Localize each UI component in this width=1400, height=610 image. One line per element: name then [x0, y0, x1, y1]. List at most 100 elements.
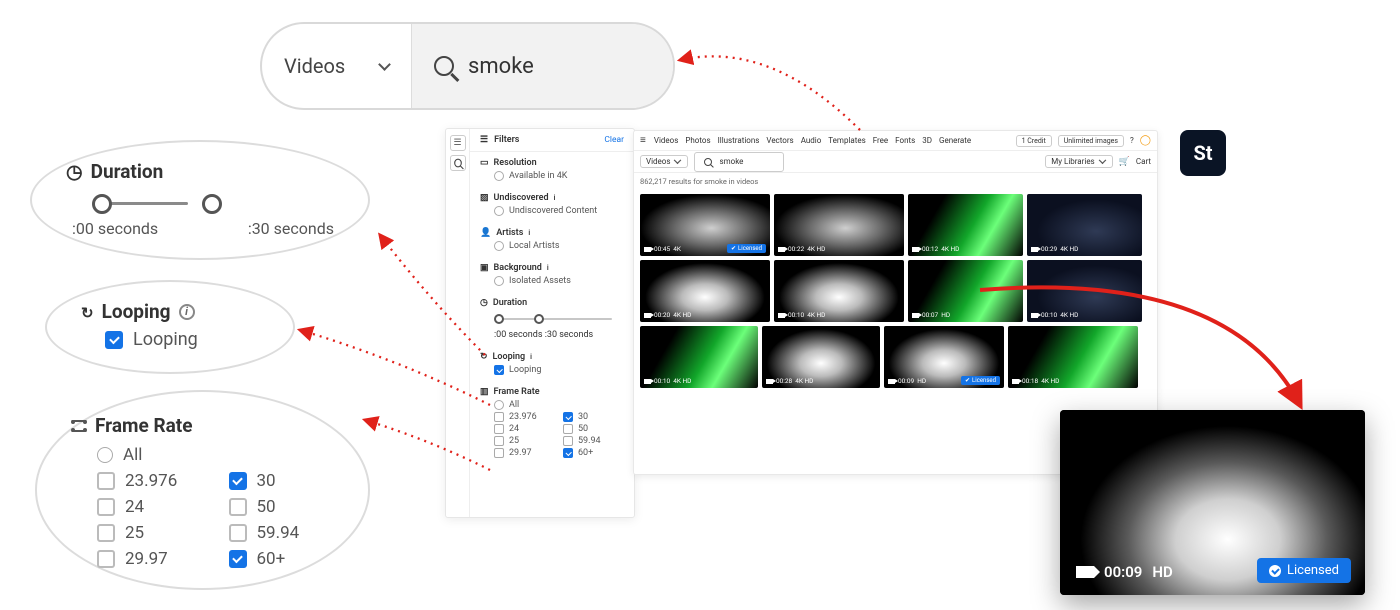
info-icon[interactable]: i — [554, 194, 563, 203]
nav-link[interactable]: Illustrations — [718, 136, 760, 145]
section-undiscovered-title: Undiscovered — [494, 193, 549, 203]
framerate-label: 59.94 — [578, 436, 601, 446]
artists-icon: 👤 — [480, 228, 491, 238]
framerate-checkbox[interactable] — [229, 498, 247, 516]
framerate-checkbox[interactable] — [97, 498, 115, 516]
video-thumbnail[interactable]: 00:09HD✔Licensed — [884, 326, 1004, 388]
my-libraries-dropdown[interactable]: My Libraries — [1045, 155, 1112, 168]
framerate-checkbox[interactable] — [229, 524, 247, 542]
licensed-badge[interactable]: Licensed — [1257, 558, 1351, 583]
search-icon[interactable] — [450, 155, 466, 171]
thumb-meta: 00:104K HD — [1031, 311, 1078, 319]
info-icon[interactable]: i — [530, 353, 539, 362]
framerate-label: 30 — [578, 412, 588, 422]
video-thumbnail[interactable]: 00:104K HD — [774, 260, 904, 322]
framerate-checkbox[interactable] — [494, 448, 504, 458]
clear-filters-link[interactable]: Clear — [604, 135, 624, 145]
browser-search-row: Videos smoke My Libraries Cart — [634, 151, 1157, 173]
undiscovered-radio[interactable] — [494, 206, 504, 216]
video-thumbnail[interactable]: 00:07HD — [908, 260, 1023, 322]
resolution-4k-radio[interactable] — [494, 171, 504, 181]
video-thumbnail[interactable]: 00:204K HD — [640, 260, 770, 322]
thumb-time: 00:20 — [654, 311, 670, 319]
framerate-checkbox[interactable] — [563, 424, 573, 434]
cart-label[interactable]: Cart — [1136, 157, 1151, 166]
looping-checkbox[interactable] — [105, 331, 123, 349]
licensed-badge: ✔Licensed — [961, 376, 1000, 385]
video-thumbnail[interactable]: 00:294K HD — [1027, 194, 1142, 256]
info-icon[interactable]: i — [528, 229, 537, 238]
search-category-dropdown[interactable]: Videos — [262, 24, 412, 108]
framerate-checkbox[interactable] — [494, 424, 504, 434]
framerate-label: 30 — [257, 471, 276, 491]
sliders-icon[interactable]: ☰ — [450, 135, 466, 151]
artists-radio[interactable] — [494, 241, 504, 251]
nav-link[interactable]: 3D — [922, 136, 932, 145]
thumb-time: 00:28 — [776, 377, 792, 385]
user-avatar-icon[interactable] — [1140, 135, 1151, 146]
thumb-res: 4K HD — [795, 377, 813, 385]
video-thumbnail[interactable]: 00:104K HD — [640, 326, 758, 388]
help-icon[interactable]: ? — [1130, 136, 1134, 145]
duration-min-knob[interactable] — [494, 314, 504, 324]
credit-button[interactable]: 1 Credit — [1016, 135, 1052, 147]
unlimited-button[interactable]: Unlimited images — [1058, 135, 1124, 147]
framerate-checkbox[interactable] — [229, 472, 247, 490]
framerate-checkbox[interactable] — [97, 472, 115, 490]
top-nav: ≡ Videos Photos Illustrations Vectors Audio T… — [634, 131, 1157, 151]
duration-slider[interactable] — [92, 193, 328, 215]
video-thumbnail[interactable]: 00:224K HD — [774, 194, 904, 256]
adobe-stock-badge: St — [1180, 130, 1226, 176]
framerate-checkbox[interactable] — [494, 412, 504, 422]
framerate-checkbox[interactable] — [563, 448, 573, 458]
nav-icon[interactable]: ≡ — [640, 135, 646, 146]
framerate-checkbox[interactable] — [97, 524, 115, 542]
selected-video-card[interactable]: 00:09 HD Licensed — [1060, 410, 1365, 595]
nav-link[interactable]: Photos — [685, 136, 710, 145]
info-icon[interactable]: i — [179, 304, 195, 320]
video-thumbnail[interactable]: 00:284K HD — [762, 326, 880, 388]
cart-icon[interactable] — [1119, 157, 1130, 167]
framerate-checkbox[interactable] — [494, 436, 504, 446]
framerate-checkbox[interactable] — [563, 412, 573, 422]
framerate-all-radio[interactable] — [97, 447, 113, 463]
framerate-checkbox[interactable] — [563, 436, 573, 446]
loop-icon: ↻ — [480, 352, 488, 362]
browser-category-dropdown[interactable]: Videos — [640, 155, 688, 168]
licensed-label: Licensed — [1287, 563, 1339, 578]
duration-min-knob[interactable] — [92, 194, 112, 214]
search-input[interactable]: smoke — [412, 24, 673, 108]
video-thumbnail[interactable]: 00:124K HD — [908, 194, 1023, 256]
nav-link[interactable]: Audio — [801, 136, 822, 145]
section-artists-title: Artists — [496, 228, 523, 238]
framerate-checkbox[interactable] — [229, 550, 247, 568]
video-thumbnail[interactable]: 00:184K HD — [1008, 326, 1138, 388]
info-icon[interactable]: i — [547, 264, 556, 273]
section-duration-title: Duration — [493, 298, 527, 308]
results-count: 862,217 results for smoke in videos — [634, 173, 1157, 190]
video-thumbnail[interactable]: 00:104K HD — [1027, 260, 1142, 322]
nav-link[interactable]: Templates — [828, 136, 865, 145]
nav-link[interactable]: Free — [873, 136, 888, 145]
framerate-label: 23.976 — [125, 471, 177, 491]
video-thumbnail[interactable]: 00:454K✔Licensed — [640, 194, 770, 256]
duration-max-knob[interactable] — [202, 194, 222, 214]
background-radio[interactable] — [494, 276, 504, 286]
looping-checkbox[interactable] — [494, 365, 504, 375]
framerate-label: 29.97 — [509, 448, 532, 458]
framerate-checkbox[interactable] — [97, 550, 115, 568]
nav-link[interactable]: Vectors — [766, 136, 793, 145]
framerate-all-radio[interactable] — [494, 400, 504, 410]
nav-link[interactable]: Videos — [654, 136, 678, 145]
framerate-label: 50 — [578, 424, 588, 434]
duration-slider[interactable] — [494, 314, 616, 324]
nav-link[interactable]: Fonts — [895, 136, 915, 145]
framerate-all-label: All — [509, 400, 519, 410]
duration-max-knob[interactable] — [534, 314, 544, 324]
nav-link[interactable]: Generate — [939, 136, 971, 145]
framerate-label: 24 — [509, 424, 519, 434]
video-icon — [644, 313, 651, 318]
looping-label: Looping — [509, 365, 541, 375]
video-icon — [1012, 379, 1019, 384]
browser-search-input[interactable]: smoke — [694, 152, 784, 172]
